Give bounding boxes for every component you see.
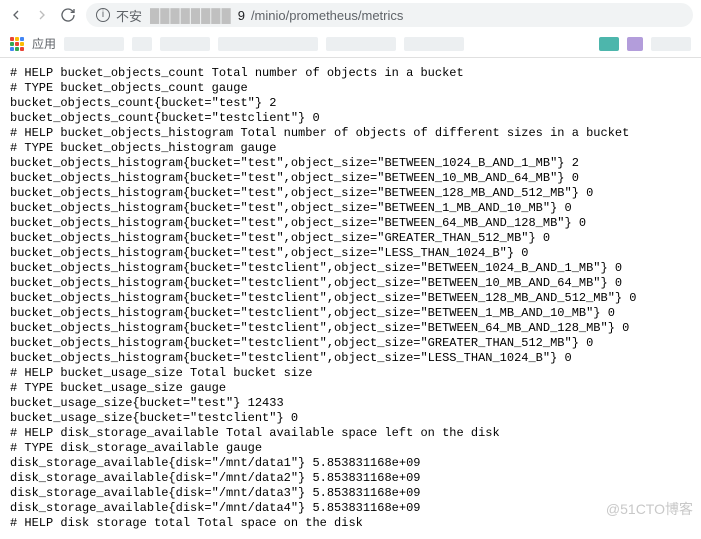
browser-toolbar: i 不安 ████████ 9 /minio/prometheus/metric… [0, 0, 701, 30]
insecure-label: 不安 [116, 6, 142, 25]
url-port: 9 [238, 8, 245, 23]
bookmarks-bar: 应用 [0, 30, 701, 58]
apps-label[interactable]: 应用 [32, 35, 56, 52]
bookmark-placeholder [160, 37, 210, 51]
metrics-output: # HELP bucket_objects_count Total number… [0, 58, 701, 539]
bookmark-placeholder [651, 37, 691, 51]
bookmark-placeholder [218, 37, 318, 51]
address-bar[interactable]: i 不安 ████████ 9 /minio/prometheus/metric… [86, 3, 693, 27]
url-path: /minio/prometheus/metrics [251, 8, 403, 23]
url-host-masked: ████████ [150, 8, 232, 23]
info-icon: i [96, 8, 110, 22]
bookmark-placeholder [404, 37, 464, 51]
bookmark-placeholder [326, 37, 396, 51]
bookmark-placeholder [64, 37, 124, 51]
apps-icon[interactable] [10, 37, 24, 51]
bookmark-placeholder [132, 37, 152, 51]
reload-icon[interactable] [60, 7, 76, 23]
forward-icon [34, 7, 50, 23]
bookmark-placeholder [599, 37, 619, 51]
back-icon[interactable] [8, 7, 24, 23]
bookmark-placeholder [627, 37, 643, 51]
